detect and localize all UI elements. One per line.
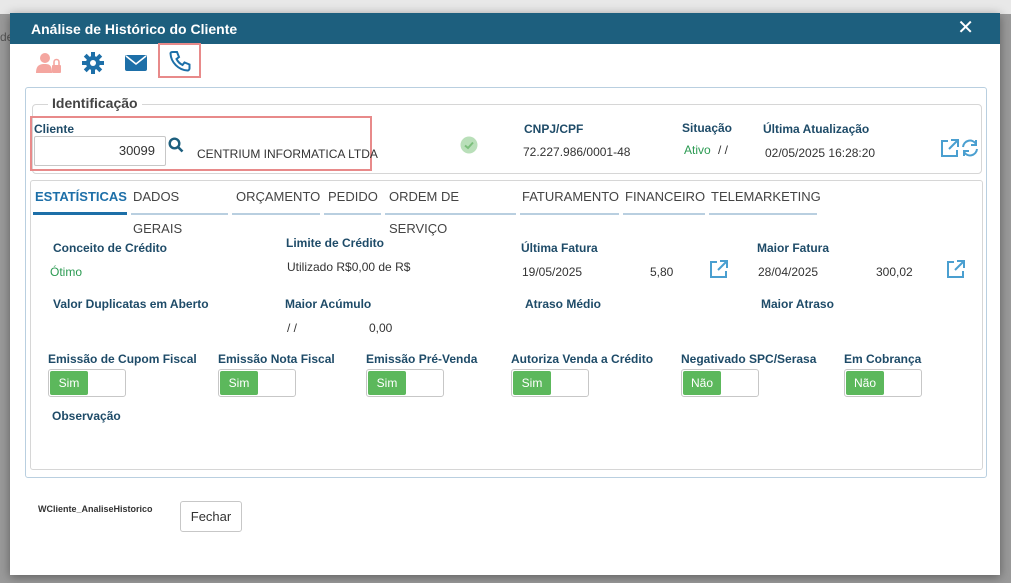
maior-fatura-date: 28/04/2025 <box>758 265 819 279</box>
maior-fatura-label: Maior Fatura <box>757 241 830 255</box>
tab-orcamento[interactable]: ORÇAMENTO <box>232 181 320 215</box>
tab-container: ESTATÍSTICAS DADOS GERAIS ORÇAMENTO PEDI… <box>30 180 983 470</box>
venda-credito-toggle[interactable]: Sim <box>511 369 589 397</box>
cliente-name: CENTRIUM INFORMATICA LTDA <box>197 147 378 161</box>
cnpj-label: CNPJ/CPF <box>524 122 584 136</box>
toggle-state: Sim <box>368 371 406 395</box>
cliente-label: Cliente <box>34 122 75 136</box>
tab-estatisticas[interactable]: ESTATÍSTICAS <box>33 181 127 215</box>
analise-historico-dialog: Análise de Histórico do Cliente ✕ Identi… <box>10 13 1000 575</box>
duplicatas-label: Valor Duplicatas em Aberto <box>53 297 209 311</box>
conceito-value: Ótimo <box>50 265 83 279</box>
external-link-icon[interactable] <box>940 138 960 158</box>
fechar-button[interactable]: Fechar <box>180 501 242 532</box>
ultima-atualizacao-value: 02/05/2025 16:28:20 <box>765 146 876 160</box>
maior-atraso-label: Maior Atraso <box>761 297 834 311</box>
cupom-fiscal-label: Emissão de Cupom Fiscal <box>48 352 197 366</box>
tab-faturamento[interactable]: FATURAMENTO <box>520 181 619 215</box>
ultima-fatura-external-link-icon[interactable] <box>709 259 729 279</box>
ultima-fatura-value: 5,80 <box>650 265 674 279</box>
maior-acumulo-date: / / <box>287 321 298 335</box>
toolbar <box>10 43 1000 86</box>
dialog-titlebar: Análise de Histórico do Cliente ✕ <box>10 13 1000 44</box>
refresh-icon[interactable] <box>960 138 980 158</box>
search-icon[interactable] <box>168 137 186 155</box>
phone-icon[interactable] <box>158 43 201 78</box>
pre-venda-label: Emissão Pré-Venda <box>366 352 478 366</box>
maior-fatura-external-link-icon[interactable] <box>946 259 966 279</box>
em-cobranca-toggle[interactable]: Não <box>844 369 922 397</box>
conceito-label: Conceito de Crédito <box>53 241 168 255</box>
toggle-state: Sim <box>513 371 551 395</box>
cliente-code-input[interactable]: 30099 <box>34 136 166 166</box>
limite-label: Limite de Crédito <box>286 236 385 250</box>
pre-venda-toggle[interactable]: Sim <box>366 369 444 397</box>
venda-credito-label: Autoriza Venda a Crédito <box>511 352 654 366</box>
em-cobranca-label: Em Cobrança <box>844 352 922 366</box>
nota-fiscal-toggle[interactable]: Sim <box>218 369 296 397</box>
tab-pedido[interactable]: PEDIDO <box>324 181 381 215</box>
maior-acumulo-label: Maior Acúmulo <box>285 297 372 311</box>
check-circle-icon <box>460 136 478 154</box>
envelope-icon[interactable] <box>121 49 151 77</box>
content-panel: Identificação Cliente 30099 CENTRIUM INF… <box>25 87 987 478</box>
identificacao-legend: Identificação <box>48 95 142 111</box>
ultima-fatura-date: 19/05/2025 <box>522 265 583 279</box>
user-lock-icon[interactable] <box>34 49 64 77</box>
atraso-medio-label: Atraso Médio <box>525 297 602 311</box>
toggle-state: Não <box>683 371 721 395</box>
toggle-state: Sim <box>50 371 88 395</box>
maior-fatura-value: 300,02 <box>876 265 913 279</box>
observacao-label: Observação <box>52 409 121 423</box>
close-icon[interactable]: ✕ <box>957 18 974 38</box>
tab-ordem-de-servico[interactable]: ORDEM DE SERVIÇO <box>385 181 516 236</box>
form-name: WCliente_AnaliseHistorico <box>38 504 153 514</box>
situacao-date: / / <box>718 143 729 157</box>
ultima-fatura-label: Última Fatura <box>521 241 598 255</box>
cupom-fiscal-toggle[interactable]: Sim <box>48 369 126 397</box>
tab-telemarketing[interactable]: TELEMARKETING <box>709 181 821 215</box>
negativado-label: Negativado SPC/Serasa <box>681 352 817 366</box>
limite-value: Utilizado R$0,00 de R$ <box>287 260 411 274</box>
dialog-title: Análise de Histórico do Cliente <box>31 20 238 37</box>
gear-icon[interactable] <box>78 49 108 77</box>
maior-acumulo-value: 0,00 <box>369 321 393 335</box>
cnpj-value: 72.227.986/0001-48 <box>523 145 631 159</box>
ultima-atualizacao-label: Última Atualização <box>763 122 870 136</box>
toggle-state: Sim <box>220 371 258 395</box>
nota-fiscal-label: Emissão Nota Fiscal <box>218 352 335 366</box>
situacao-value: Ativo <box>684 143 711 157</box>
situacao-label: Situação <box>682 121 733 135</box>
tab-dados-gerais[interactable]: DADOS GERAIS <box>131 181 228 236</box>
negativado-toggle[interactable]: Não <box>681 369 759 397</box>
tab-financeiro[interactable]: FINANCEIRO <box>623 181 705 215</box>
toggle-state: Não <box>846 371 884 395</box>
background-strip: de <box>0 0 1011 44</box>
